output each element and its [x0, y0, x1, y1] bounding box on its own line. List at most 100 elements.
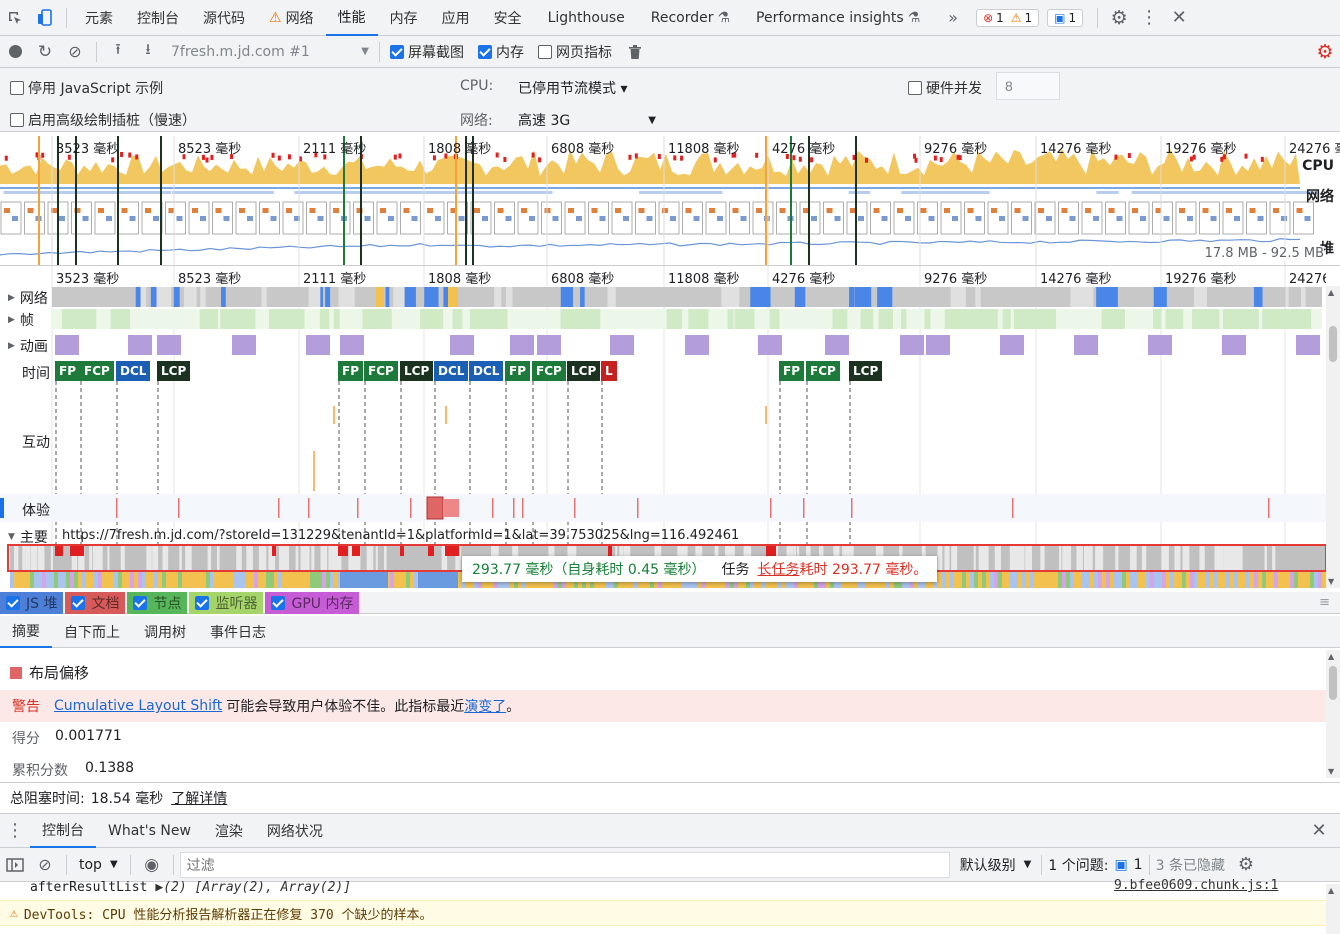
- legend-counter[interactable]: GPU 内存: [265, 591, 360, 614]
- timing-marker-fcp[interactable]: FCP: [80, 361, 114, 381]
- long-task-link[interactable]: 长任务: [758, 559, 800, 579]
- tab-event-log[interactable]: 事件日志: [198, 616, 278, 648]
- console-log-row[interactable]: afterResultList ▶(2) [Array(2), Array(2)…: [30, 878, 351, 896]
- scroll-up-icon[interactable]: ▲: [1328, 288, 1334, 297]
- checkbox-checked[interactable]: [6, 595, 20, 610]
- checkbox-checked[interactable]: [71, 595, 86, 610]
- summary-scrollbar[interactable]: ▲ ▼: [1326, 650, 1340, 778]
- hardware-concurrency-input[interactable]: [996, 72, 1060, 100]
- drawer-tab-network-conditions[interactable]: 网络状况: [255, 814, 335, 848]
- timing-marker-dcl[interactable]: DCL: [434, 361, 469, 381]
- checkbox-unchecked[interactable]: [538, 44, 552, 59]
- checkbox-unchecked[interactable]: [10, 81, 24, 95]
- scroll-up-icon[interactable]: ▲: [1328, 652, 1334, 661]
- reload-icon[interactable]: ↻: [30, 34, 60, 70]
- scroll-down-icon[interactable]: ▼: [1328, 767, 1334, 776]
- scrollbar-thumb[interactable]: [1329, 326, 1337, 362]
- error-warning-counter[interactable]: ⊗ 1 ⚠ 1: [976, 8, 1040, 27]
- learn-more-link[interactable]: 了解详情: [171, 788, 227, 808]
- webvitals-checkbox[interactable]: 网页指标: [538, 42, 612, 62]
- collapse-arrow-icon[interactable]: ▼: [8, 532, 15, 542]
- record-icon[interactable]: [0, 34, 30, 70]
- timing-marker-fp[interactable]: FP: [779, 361, 804, 381]
- timeline-overview[interactable]: 3523 毫秒 8523 毫秒 2111 毫秒 1808 毫秒 6808 毫秒 11808…: [0, 136, 1340, 266]
- tab-network[interactable]: ⚠ 网络: [257, 0, 326, 36]
- recording-select[interactable]: 7fresh.m.jd.com #1 ▼: [171, 44, 369, 60]
- upload-icon[interactable]: ⭱: [103, 34, 133, 70]
- download-icon[interactable]: ⭳: [133, 34, 163, 70]
- tab-summary[interactable]: 摘要: [0, 616, 52, 648]
- network-throttle-select[interactable]: 高速 3G ▼: [518, 110, 656, 130]
- capture-settings-gear-icon[interactable]: ⚙: [1310, 34, 1340, 70]
- console-filter-input[interactable]: [179, 851, 950, 878]
- inspect-element-icon[interactable]: [0, 0, 30, 36]
- log-source-link[interactable]: 9.bfee0609.chunk.js:1: [1114, 878, 1278, 893]
- timing-marker-fcp[interactable]: FCP: [806, 361, 840, 381]
- track-experience[interactable]: 体验: [22, 500, 50, 520]
- legend-counter[interactable]: 监听器: [189, 591, 264, 614]
- checkbox-checked[interactable]: [478, 44, 492, 59]
- timing-marker-dcl[interactable]: DCL: [116, 361, 151, 381]
- issues-counter[interactable]: ▣ 1: [1047, 8, 1084, 27]
- checkbox-checked[interactable]: [390, 44, 404, 59]
- timing-marker-lcp[interactable]: LCP: [157, 361, 191, 381]
- tab-bottom-up[interactable]: 自下而上: [52, 616, 132, 648]
- disable-js-samples-checkbox[interactable]: 停用 JavaScript 示例: [10, 78, 163, 98]
- track-frames[interactable]: ▶ 帧: [8, 310, 34, 330]
- tab-application[interactable]: 应用: [430, 0, 482, 36]
- memory-checkbox[interactable]: 内存: [478, 42, 524, 62]
- legend-counter[interactable]: 文档: [65, 591, 126, 614]
- timing-marker-lcp[interactable]: LCP: [849, 361, 883, 381]
- legend-counter[interactable]: 节点: [127, 591, 188, 614]
- clear-icon[interactable]: ⊘: [60, 34, 90, 70]
- log-value[interactable]: ▶(2) [Array(2), Array(2)]: [155, 880, 351, 895]
- context-select[interactable]: top ▼: [73, 857, 124, 873]
- timing-marker-lcp[interactable]: LCP: [567, 361, 601, 381]
- hardware-concurrency-checkbox[interactable]: 硬件并发: [908, 78, 982, 98]
- expand-arrow-icon[interactable]: ▶: [8, 293, 15, 303]
- log-level-select[interactable]: 默认级别 ▼: [960, 855, 1032, 875]
- track-interactions[interactable]: 互动: [22, 432, 50, 452]
- checkbox-checked[interactable]: [195, 595, 210, 610]
- checkbox-checked[interactable]: [271, 595, 286, 610]
- tab-sources[interactable]: 源代码: [191, 0, 257, 36]
- more-tabs-button[interactable]: »: [934, 0, 972, 36]
- console-settings-gear-icon[interactable]: ⚙: [1231, 848, 1261, 882]
- close-drawer-icon[interactable]: ✕: [1304, 814, 1334, 848]
- flame-chart[interactable]: 3523 毫秒 8523 毫秒 2111 毫秒 1808 毫秒 6808 毫秒 11808…: [0, 266, 1326, 588]
- scroll-down-icon[interactable]: ▼: [1328, 577, 1334, 586]
- drawer-tab-rendering[interactable]: 渲染: [203, 814, 255, 848]
- scroll-up-icon[interactable]: ▲: [1328, 886, 1334, 895]
- cpu-throttle-select[interactable]: 已停用节流模式 ▾: [518, 78, 627, 98]
- kebab-menu-icon[interactable]: ⋮: [1134, 0, 1164, 36]
- resize-handle-icon[interactable]: ≡: [1319, 595, 1330, 610]
- tab-console[interactable]: 控制台: [125, 0, 191, 36]
- clear-console-icon[interactable]: ⊘: [30, 848, 60, 882]
- scrollbar-thumb[interactable]: [1329, 666, 1337, 700]
- checkbox-unchecked[interactable]: [10, 113, 24, 127]
- timing-marker-fcp[interactable]: FCP: [364, 361, 398, 381]
- timing-marker-lcp[interactable]: LCP: [400, 361, 434, 381]
- tab-call-tree[interactable]: 调用树: [132, 616, 198, 648]
- trash-icon[interactable]: [620, 34, 650, 70]
- evolved-link[interactable]: 演变了: [464, 696, 506, 716]
- track-animation[interactable]: ▶ 动画: [8, 336, 48, 356]
- console-scrollbar[interactable]: ▲: [1326, 884, 1340, 934]
- timing-marker-fp[interactable]: FP: [55, 361, 80, 381]
- device-toolbar-icon[interactable]: [30, 0, 60, 36]
- flame-scrollbar[interactable]: ▲ ▼: [1326, 286, 1340, 588]
- tab-performance[interactable]: 性能: [325, 0, 378, 36]
- eye-icon[interactable]: ◉: [137, 848, 167, 882]
- checkbox-checked[interactable]: [133, 595, 148, 610]
- drawer-tab-console[interactable]: 控制台: [30, 814, 96, 848]
- tab-performance-insights[interactable]: Performance insights ⚗: [742, 0, 934, 36]
- advanced-paint-checkbox[interactable]: 启用高级绘制插桩（慢速）: [10, 110, 196, 130]
- tab-elements[interactable]: 元素: [73, 0, 125, 36]
- timing-marker-fcp[interactable]: FCP: [532, 361, 566, 381]
- cls-link[interactable]: Cumulative Layout Shift: [54, 698, 222, 714]
- sidebar-toggle-icon[interactable]: [0, 848, 30, 882]
- issues-button[interactable]: 1 个问题: ▣ 1: [1048, 855, 1142, 875]
- expand-arrow-icon[interactable]: ▶: [8, 315, 15, 325]
- track-network[interactable]: ▶ 网络: [8, 288, 48, 308]
- legend-counter[interactable]: JS 堆: [0, 591, 64, 614]
